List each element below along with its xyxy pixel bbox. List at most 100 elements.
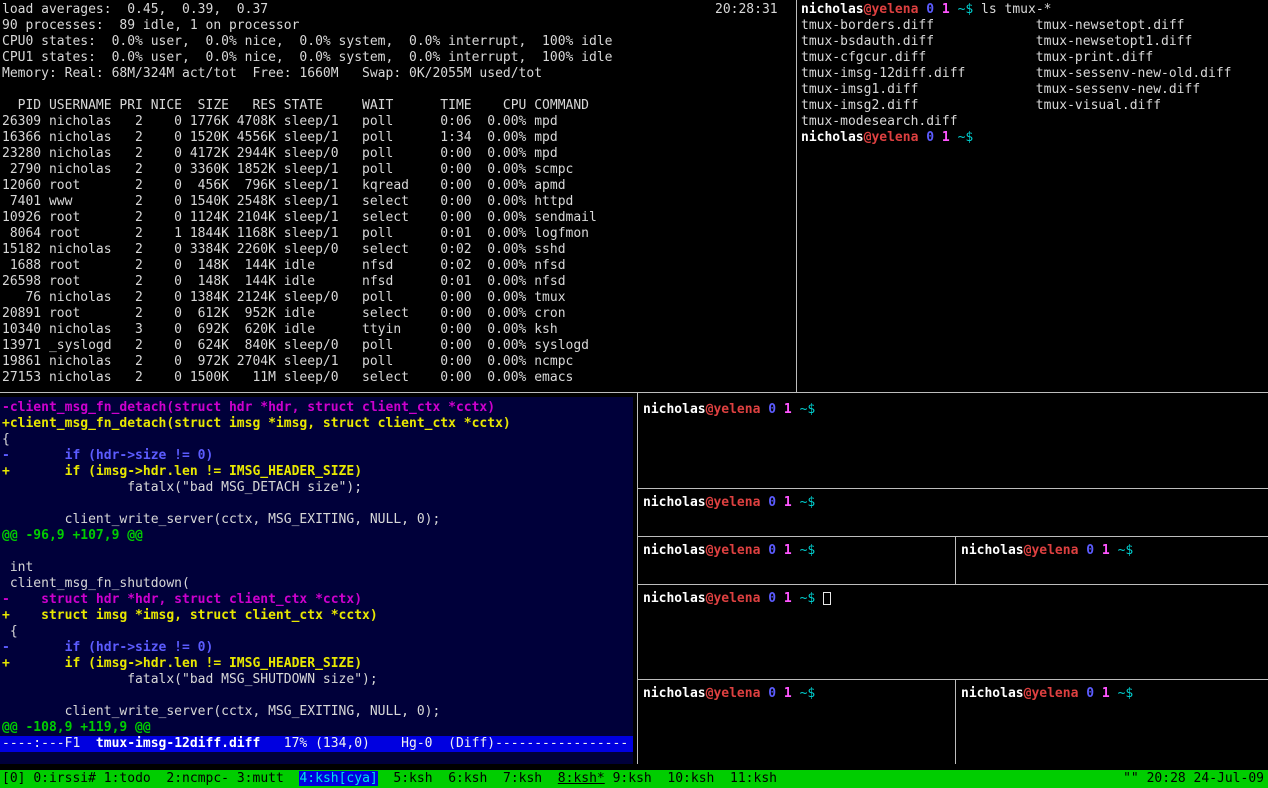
text-segment: @yelena: [706, 495, 761, 510]
terminal-line: 90 processes: 89 idle, 1 on processor: [2, 18, 794, 34]
text-segment: {: [2, 624, 18, 639]
text-segment: [776, 402, 784, 417]
text-segment: @yelena: [1024, 686, 1079, 701]
terminal-line: nicholas@yelena 0 1 ~$: [643, 402, 1268, 418]
terminal-line: + if (imsg->hdr.len != IMSG_HEADER_SIZE): [2, 464, 633, 480]
ls-output: nicholas@yelena 0 1 ~$ ls tmux-*tmux-bor…: [801, 2, 1268, 146]
text-segment: 10340 nicholas 3 0 692K 620K idle ttyin …: [2, 322, 558, 337]
shell-pane-5-left[interactable]: nicholas@yelena 0 1 ~$: [641, 681, 953, 763]
shell-pane-2[interactable]: nicholas@yelena 0 1 ~$: [641, 490, 1268, 534]
terminal-line: 2790 nicholas 2 0 3360K 1852K sleep/1 po…: [2, 162, 794, 178]
text-segment: +client_msg_fn_detach(struct imsg *imsg,…: [2, 416, 511, 431]
terminal-line: 26309 nicholas 2 0 1776K 4708K sleep/1 p…: [2, 114, 794, 130]
text-segment: @yelena: [706, 543, 761, 558]
terminal-line: 10926 root 2 0 1124K 2104K sleep/1 selec…: [2, 210, 794, 226]
text-segment: int: [2, 560, 33, 575]
text-segment: 1: [942, 2, 950, 17]
shell-pane-4-active[interactable]: nicholas@yelena 0 1 ~$: [641, 586, 1268, 677]
text-segment: 1:todo: [104, 771, 167, 786]
text-segment: 12060 root 2 0 456K 796K sleep/1 kqread …: [2, 178, 566, 193]
text-segment: + if (imsg->hdr.len != IMSG_HEADER_SIZE): [2, 464, 362, 479]
text-segment: ~$: [958, 130, 974, 145]
text-segment: fatalx("bad MSG_SHUTDOWN size");: [2, 672, 378, 687]
terminal-line: nicholas@yelena 0 1 ~$ ls tmux-*: [801, 2, 1268, 18]
text-segment: [1094, 686, 1102, 701]
terminal-line: 15182 nicholas 2 0 3384K 2260K sleep/0 s…: [2, 242, 794, 258]
top-output: load averages: 0.45, 0.39, 0.3790 proces…: [2, 2, 794, 386]
text-segment: tmux-imsg-12diff.diff: [96, 736, 260, 751]
pane-border-right-row1: [638, 488, 1268, 489]
terminal-line: tmux-cfgcur.diff tmux-print.diff: [801, 50, 1268, 66]
text-segment: 26598 root 2 0 148K 144K idle nfsd 0:01 …: [2, 274, 566, 289]
shell-pane-1[interactable]: nicholas@yelena 0 1 ~$: [641, 397, 1268, 486]
pane-border-right-row3: [638, 584, 1268, 585]
text-segment: CPU1 states: 0.0% user, 0.0% nice, 0.0% …: [2, 50, 612, 65]
terminal-line: [2, 496, 633, 512]
shell-pane-5-right[interactable]: nicholas@yelena 0 1 ~$: [957, 681, 1268, 763]
text-segment: 1: [784, 402, 792, 417]
text-segment: 0: [926, 130, 934, 145]
terminal-line: nicholas@yelena 0 1 ~$: [643, 686, 953, 702]
text-segment: 5:ksh: [378, 771, 448, 786]
emacs-diff-pane[interactable]: -client_msg_fn_detach(struct hdr *hdr, s…: [0, 397, 633, 764]
tmux-status-bar: [0] 0:irssi# 1:todo 2:ncmpc- 3:mutt 4:ks…: [0, 770, 1268, 788]
terminal-line: - struct hdr *hdr, struct client_ctx *cc…: [2, 592, 633, 608]
text-segment: Memory: Real: 68M/324M act/tot Free: 166…: [2, 66, 542, 81]
text-segment: [934, 130, 942, 145]
text-segment: @yelena: [864, 2, 919, 17]
terminal-line: - if (hdr->size != 0): [2, 640, 633, 656]
text-segment: @yelena: [706, 686, 761, 701]
text-segment: ~$: [958, 2, 974, 17]
top-process-pane[interactable]: load averages: 0.45, 0.39, 0.3790 proces…: [0, 0, 794, 392]
text-segment: 4:ksh[cya]: [299, 771, 377, 786]
terminal-line: 7401 www 2 0 1540K 2548K sleep/1 select …: [2, 194, 794, 210]
terminal-line: load averages: 0.45, 0.39, 0.37: [2, 2, 794, 18]
text-segment: @yelena: [706, 591, 761, 606]
text-segment: {: [2, 432, 10, 447]
text-segment: 2790 nicholas 2 0 3360K 1852K sleep/1 po…: [2, 162, 573, 177]
tmux-window-list[interactable]: [0] 0:irssi# 1:todo 2:ncmpc- 3:mutt 4:ks…: [2, 770, 777, 788]
shell-pane-3-left[interactable]: nicholas@yelena 0 1 ~$: [641, 538, 953, 582]
text-segment: tmux-imsg-12diff.diff tmux-sessenv-new-o…: [801, 66, 1231, 81]
text-segment: 0: [768, 402, 776, 417]
text-segment: - struct hdr *hdr, struct client_ctx *cc…: [2, 592, 362, 607]
text-segment: 1: [1102, 686, 1110, 701]
text-segment: [776, 543, 784, 558]
text-segment: 9:ksh: [605, 771, 668, 786]
pane-border-vertical-bottom: [637, 393, 638, 764]
text-segment: tmux-modesearch.diff: [801, 114, 958, 129]
terminal-line: tmux-borders.diff tmux-newsetopt.diff: [801, 18, 1268, 34]
shell-ls-pane[interactable]: nicholas@yelena 0 1 ~$ ls tmux-*tmux-bor…: [799, 0, 1268, 392]
pane-border-vertical-row3: [955, 537, 956, 584]
text-segment: 6:ksh: [448, 771, 503, 786]
text-segment: 0: [768, 591, 776, 606]
tmux-screen: load averages: 0.45, 0.39, 0.3790 proces…: [0, 0, 1268, 788]
text-segment: 1: [942, 130, 950, 145]
terminal-line: client_write_server(cctx, MSG_EXITING, N…: [2, 704, 633, 720]
text-segment: nicholas: [961, 543, 1024, 558]
text-segment: 2:ncmpc-: [166, 771, 236, 786]
text-segment: [792, 591, 800, 606]
text-segment: [1110, 686, 1118, 701]
shell-prompt: nicholas@yelena 0 1 ~$: [961, 686, 1268, 702]
terminal-line: [2, 544, 633, 560]
terminal-line: 1688 root 2 0 148K 144K idle nfsd 0:02 0…: [2, 258, 794, 274]
text-segment: 26309 nicholas 2 0 1776K 4708K sleep/1 p…: [2, 114, 558, 129]
text-segment: 23280 nicholas 2 0 4172K 2944K sleep/0 p…: [2, 146, 558, 161]
terminal-line: + if (imsg->hdr.len != IMSG_HEADER_SIZE): [2, 656, 633, 672]
terminal-line: {: [2, 624, 633, 640]
text-segment: client_write_server(cctx, MSG_EXITING, N…: [2, 704, 440, 719]
text-segment: tmux-cfgcur.diff tmux-print.diff: [801, 50, 1153, 65]
text-segment: 1: [784, 686, 792, 701]
terminal-line: nicholas@yelena 0 1 ~$: [801, 130, 1268, 146]
text-segment: 3:mutt: [237, 771, 300, 786]
terminal-line: tmux-imsg-12diff.diff tmux-sessenv-new-o…: [801, 66, 1268, 82]
text-segment: [1094, 543, 1102, 558]
text-segment: client_write_server(cctx, MSG_EXITING, N…: [2, 512, 440, 527]
terminal-line: nicholas@yelena 0 1 ~$: [643, 543, 953, 559]
shell-pane-3-right[interactable]: nicholas@yelena 0 1 ~$: [957, 538, 1268, 582]
terminal-line: 16366 nicholas 2 0 1520K 4556K sleep/1 p…: [2, 130, 794, 146]
text-segment: 0: [1086, 686, 1094, 701]
text-segment: 1: [784, 543, 792, 558]
text-segment: 15182 nicholas 2 0 3384K 2260K sleep/0 s…: [2, 242, 566, 257]
